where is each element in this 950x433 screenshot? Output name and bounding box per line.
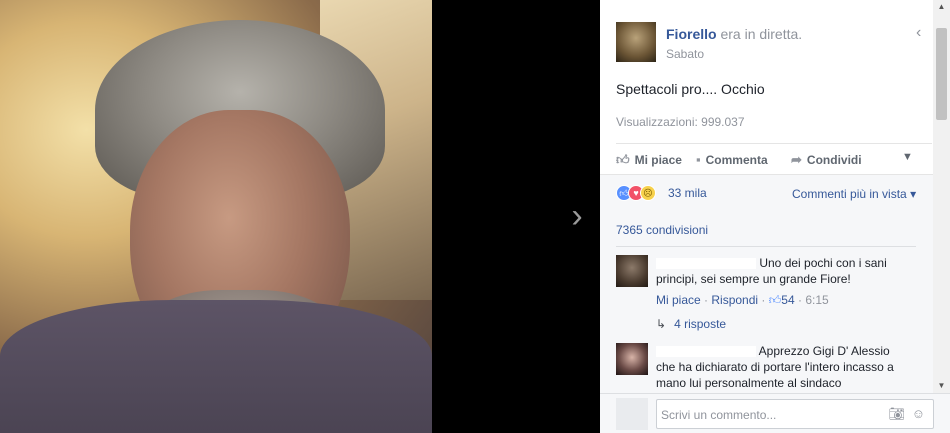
comment-text: Apprezzo Gigi D' Alessio che ha dichiara… <box>656 344 894 390</box>
post-actions: 👍︎ Mi piace ▪ Commenta ➦ Condividi ▼ <box>616 143 932 173</box>
reactions-summary: 👍︎ ♥ ☹ 33 mila Commenti più in vista ▾ <box>616 185 916 205</box>
next-video-arrow-icon[interactable]: › <box>564 199 590 233</box>
comment-time[interactable]: 6:15 <box>805 293 828 307</box>
comment-composer: Scrivi un commento... 📷︎ ☺ <box>600 393 950 433</box>
smiley-icon[interactable]: ☺ <box>912 406 925 421</box>
view-replies-link[interactable]: ↳ 4 risposte <box>656 317 726 331</box>
post-verb: era in diretta. <box>720 26 803 42</box>
commenter-avatar[interactable] <box>616 255 648 287</box>
scroll-up-icon[interactable]: ▲ <box>933 0 950 14</box>
post-panel: Fiorello era in diretta. Sabato ‹ Spetta… <box>600 0 950 433</box>
comment-text: Uno dei pochi con i sani principi, sei s… <box>656 256 887 286</box>
sad-reaction-icon[interactable]: ☹ <box>640 185 656 201</box>
share-arrow-icon: ➦ <box>791 152 802 167</box>
live-video[interactable] <box>0 0 432 433</box>
post-date[interactable]: Sabato <box>666 47 704 61</box>
current-user-avatar <box>616 398 648 430</box>
comment-like-link[interactable]: Mi piace <box>656 293 701 307</box>
post-scroll-area[interactable]: Fiorello era in diretta. Sabato ‹ Spetta… <box>600 0 933 393</box>
reply-arrow-icon: ↳ <box>656 317 667 331</box>
post-text: Spettacoli pro.... Occhio <box>616 81 765 97</box>
author-avatar[interactable] <box>616 22 656 62</box>
comment-sort-dropdown[interactable]: Commenti più in vista ▾ <box>792 187 916 201</box>
commenter-name-redacted <box>656 258 756 270</box>
comments-section: 👍︎ ♥ ☹ 33 mila Commenti più in vista ▾ 7… <box>600 174 933 393</box>
share-button[interactable]: ➦ Condividi <box>791 152 862 168</box>
comment-reply-link[interactable]: Rispondi <box>711 293 758 307</box>
camera-icon[interactable]: 📷︎ <box>888 406 905 422</box>
view-count: Visualizzazioni: 999.037 <box>616 115 745 129</box>
comment-button[interactable]: ▪ Commenta <box>696 152 768 167</box>
comment-like-count[interactable]: 👍︎54 <box>769 293 795 307</box>
like-button[interactable]: 👍︎ Mi piace <box>616 152 682 168</box>
chevron-down-icon[interactable]: ▼ <box>902 151 913 163</box>
caret-down-icon: ▾ <box>910 187 917 201</box>
thumbs-up-icon: 👍︎ <box>616 152 630 167</box>
comment-input-placeholder: Scrivi un commento... <box>661 408 777 422</box>
scrollbar[interactable]: ▲ ▼ <box>933 0 950 393</box>
comment-input[interactable]: Scrivi un commento... 📷︎ ☺ <box>656 399 934 429</box>
commenter-avatar[interactable] <box>616 343 648 375</box>
scrollbar-thumb[interactable] <box>936 28 947 120</box>
chevron-left-icon[interactable]: ‹ <box>916 24 921 42</box>
commenter-name-redacted <box>656 346 756 358</box>
divider <box>616 246 916 247</box>
reaction-count[interactable]: 33 mila <box>668 186 707 200</box>
post-header: Fiorello era in diretta. Sabato ‹ <box>616 22 926 66</box>
comment-meta: Mi piace · Rispondi · 👍︎54 · 6:15 <box>656 293 829 307</box>
scroll-down-icon[interactable]: ▼ <box>933 379 950 393</box>
post-author-line: Fiorello era in diretta. <box>666 26 802 42</box>
author-name[interactable]: Fiorello <box>666 26 717 42</box>
comment-icon: ▪ <box>696 152 701 167</box>
share-count[interactable]: 7365 condivisioni <box>616 223 708 237</box>
thumbs-up-icon: 👍︎ <box>768 293 782 307</box>
